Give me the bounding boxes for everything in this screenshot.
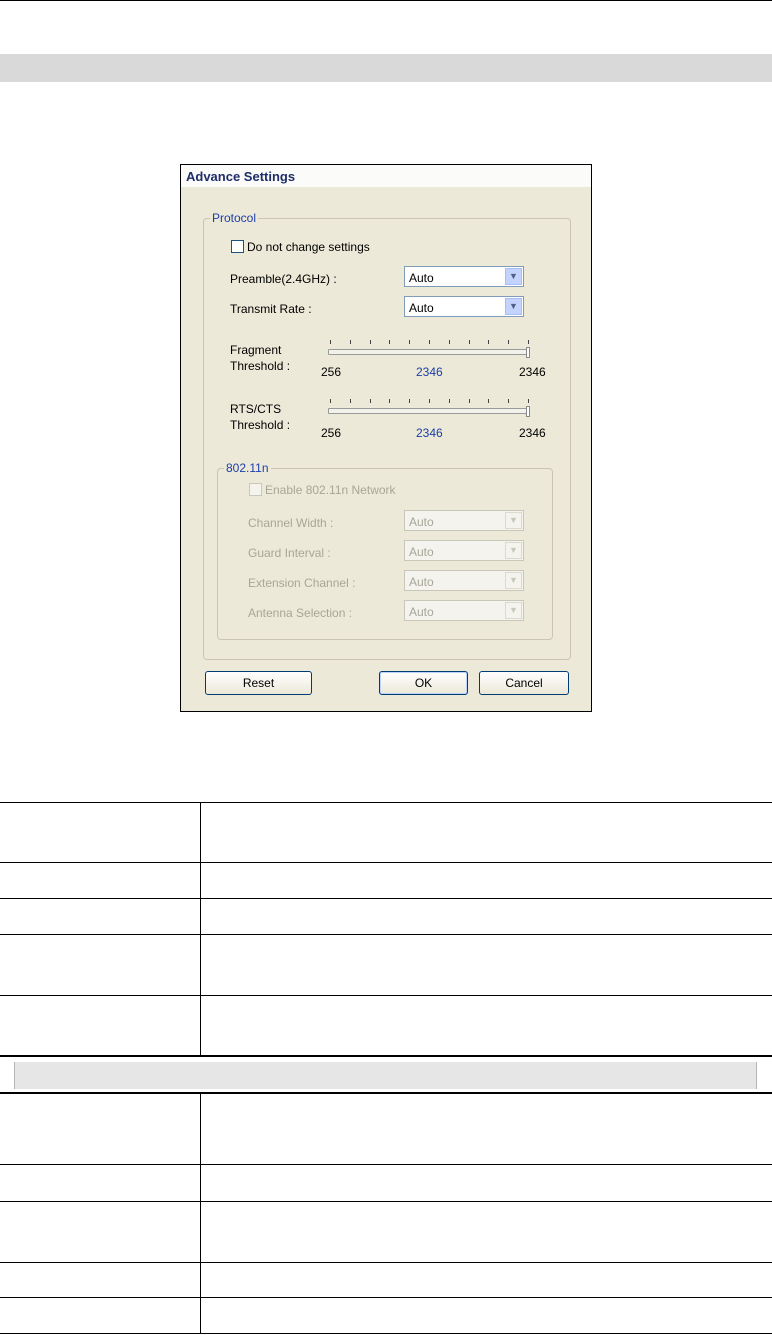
slider-tick [409,340,411,344]
rts-max-value: 2346 [519,426,546,440]
slider-tick [369,399,371,403]
fragment-max-value: 2346 [519,365,546,379]
dialog-titlebar: Advance Settings [181,165,591,187]
channel-width-label: Channel Width : [248,516,334,530]
slider-tick [528,340,529,344]
slider-tick [349,399,351,403]
extension-channel-value: Auto [409,575,434,589]
guard-interval-label: Guard Interval : [248,546,331,560]
chevron-down-icon[interactable]: ▼ [505,542,522,559]
cancel-button[interactable]: Cancel [479,671,569,695]
n80211-legend: 802.11n [224,461,271,475]
transmit-rate-value: Auto [409,301,434,315]
transmit-rate-label: Transmit Rate : [230,302,312,316]
table-line [0,802,772,803]
channel-width-select[interactable]: Auto ▼ [404,510,524,531]
table-line [0,898,772,899]
ok-button[interactable]: OK [379,671,468,695]
protocol-legend: Protocol [210,211,259,225]
table-line [0,1333,772,1334]
table-divider [200,1093,201,1334]
enable-80211n-label: Enable 802.11n Network [265,483,396,497]
rts-min-value: 256 [321,426,342,440]
table-line [0,934,772,935]
fragment-label-line1: Fragment [230,343,282,357]
enable-80211n-checkbox[interactable] [249,483,262,496]
rts-slider-track[interactable] [328,408,530,414]
table-divider [200,802,201,1055]
table-line [0,1092,772,1094]
fragment-min-value: 256 [321,365,342,379]
slider-tick [488,340,490,344]
dialog-title: Advance Settings [186,169,296,184]
guard-interval-value: Auto [409,545,434,559]
channel-width-value: Auto [409,515,434,529]
advance-settings-dialog: Advance Settings Protocol Do not change … [180,164,592,712]
slider-tick [448,340,450,344]
chevron-down-icon[interactable]: ▼ [505,512,522,529]
table-line [0,1262,772,1263]
extension-channel-select[interactable]: Auto ▼ [404,570,524,591]
rts-slider-thumb[interactable] [526,406,530,417]
slider-tick [508,399,510,403]
slider-tick [488,399,490,403]
slider-tick [330,399,331,403]
slider-tick [468,399,470,403]
slider-tick [349,340,351,344]
antenna-selection-label: Antenna Selection : [248,606,353,620]
do-not-change-checkbox[interactable] [231,240,244,253]
fragment-current-value: 2346 [416,365,443,379]
table-line [0,862,772,863]
extension-channel-label: Extension Channel : [248,576,356,590]
slider-tick [369,340,371,344]
table-line [0,1297,772,1298]
do-not-change-label: Do not change settings [247,240,370,254]
antenna-selection-value: Auto [409,605,434,619]
table-line [0,995,772,996]
slider-tick [389,340,391,344]
antenna-selection-select[interactable]: Auto ▼ [404,600,524,621]
preamble-value: Auto [409,271,434,285]
slider-tick [429,340,430,344]
fragment-slider-thumb[interactable] [526,347,530,358]
top-rule [0,0,772,1]
guard-interval-select[interactable]: Auto ▼ [404,540,524,561]
slider-tick [508,340,510,344]
rts-label-line1: RTS/CTS [230,402,282,416]
table-line [0,1055,772,1057]
slider-tick [468,340,470,344]
slider-tick [409,399,411,403]
slider-tick [429,399,430,403]
preamble-select[interactable]: Auto ▼ [404,266,524,287]
table-section-band [14,1062,757,1089]
table-line [0,1164,772,1165]
table-line [0,1201,772,1202]
reset-button[interactable]: Reset [205,671,312,695]
slider-tick [389,399,391,403]
section-header-band [0,54,772,82]
chevron-down-icon[interactable]: ▼ [505,268,522,285]
slider-tick [528,399,529,403]
fragment-label-line2: Threshold : [230,359,291,373]
chevron-down-icon[interactable]: ▼ [505,572,522,589]
slider-tick [330,340,331,344]
transmit-rate-select[interactable]: Auto ▼ [404,296,524,317]
fragment-slider-track[interactable] [328,349,530,355]
chevron-down-icon[interactable]: ▼ [505,602,522,619]
rts-label-line2: Threshold : [230,418,291,432]
slider-tick [448,399,450,403]
preamble-label: Preamble(2.4GHz) : [230,272,337,286]
rts-current-value: 2346 [416,426,443,440]
chevron-down-icon[interactable]: ▼ [505,298,522,315]
